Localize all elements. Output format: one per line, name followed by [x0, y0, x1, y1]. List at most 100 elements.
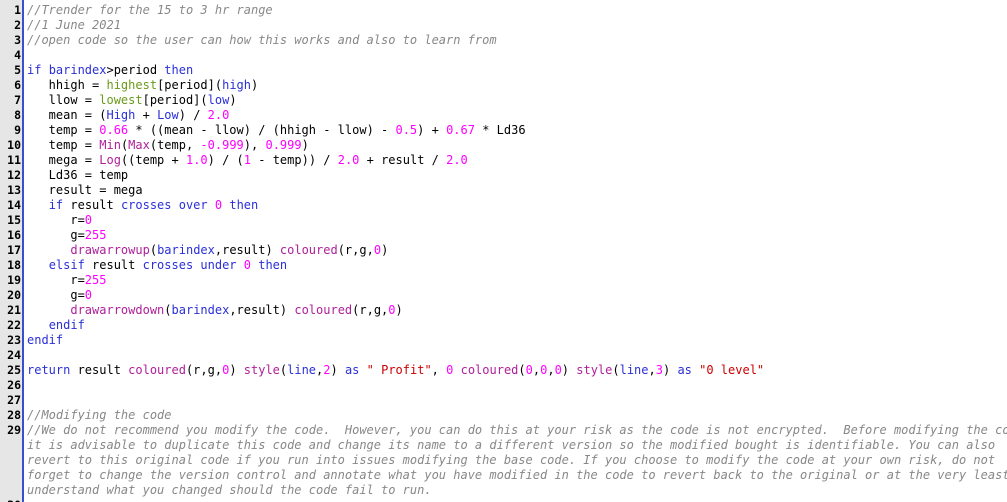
token: ( — [518, 363, 526, 377]
token: (r,g, — [185, 363, 223, 377]
code-text[interactable]: result = mega — [27, 183, 143, 198]
line-number: 20 — [7, 288, 21, 302]
token-kw: then — [229, 198, 259, 212]
token-kw: as — [677, 363, 692, 377]
token-kw: High — [106, 108, 136, 122]
code-text[interactable]: if barindex>period then — [27, 63, 193, 78]
code-text[interactable]: g=0 — [27, 288, 92, 303]
token-kw: if — [27, 63, 42, 77]
code-text[interactable]: mean = (High + Low) / 2.0 — [27, 108, 230, 123]
code-text[interactable]: drawarrowdown(barindex,result) coloured(… — [27, 303, 402, 318]
wrapped-comment-line[interactable]: it is advisable to duplicate this code a… — [0, 438, 1007, 453]
token-kw: line — [287, 363, 317, 377]
code-line[interactable]: 7 llow = lowest[period](low) — [0, 93, 1007, 108]
code-line[interactable]: 26 — [0, 378, 1007, 393]
code-line[interactable]: 23 endif — [0, 333, 1007, 348]
code-line[interactable]: 4 — [0, 48, 1007, 63]
line-number: 27 — [7, 393, 21, 407]
wrapped-comment-line[interactable]: revert to this original code if you run … — [0, 453, 1007, 468]
token: g= — [27, 288, 85, 302]
token: , — [648, 363, 656, 377]
token-kw: barindex — [171, 303, 230, 317]
line-number: 22 — [7, 318, 21, 332]
code-line[interactable]: 20 g=0 — [0, 288, 1007, 303]
code-line[interactable]: 3 //open code so the user can how this wo… — [0, 33, 1007, 48]
code-text[interactable]: drawarrowup(barindex,result) coloured(r,… — [27, 243, 388, 258]
code-line[interactable]: 30 — [0, 498, 1007, 502]
token-kw: line — [619, 363, 649, 377]
code-line[interactable]: 6 hhigh = highest[period](high) — [0, 78, 1007, 93]
code-line[interactable]: 24 — [0, 348, 1007, 363]
code-text[interactable]: llow = lowest[period](low) — [27, 93, 237, 108]
code-line[interactable]: 19 r=255 — [0, 273, 1007, 288]
token: ,result) — [214, 243, 280, 257]
token: * Ld36 — [474, 123, 526, 137]
token: ) / — [178, 108, 208, 122]
code-text[interactable]: Ld36 = temp — [27, 168, 128, 183]
code-text[interactable]: temp = Min(Max(temp, -0.999), 0.999) — [27, 138, 309, 153]
line-number: 10 — [7, 138, 21, 152]
wrapped-comment-line[interactable]: forget to change the version control and… — [0, 468, 1007, 483]
code-line[interactable]: 15 r=0 — [0, 213, 1007, 228]
code-text[interactable]: r=255 — [27, 273, 106, 288]
token: [period]( — [142, 93, 208, 107]
code-text[interactable]: g=255 — [27, 228, 106, 243]
token-bi: style — [576, 363, 613, 377]
code-text[interactable]: temp = 0.66 * ((mean - llow) / (hhigh - … — [27, 123, 526, 138]
code-lines[interactable]: 1 //Trender for the 15 to 3 hr range 2 //1 … — [0, 3, 1007, 502]
code-line[interactable]: 13 result = mega — [0, 183, 1007, 198]
code-line[interactable]: 12 Ld36 = temp — [0, 168, 1007, 183]
code-line[interactable]: 27 — [0, 393, 1007, 408]
line-number: 17 — [7, 243, 21, 257]
token: ((temp + — [120, 153, 186, 167]
wrapped-comment-line[interactable]: understand what you changed should the c… — [0, 483, 1007, 498]
token: ) — [662, 363, 678, 377]
token-num: 1 — [243, 153, 252, 167]
code-text[interactable]: //We do not recommend you modify the cod… — [27, 423, 1007, 438]
code-line[interactable]: 2 //1 June 2021 — [0, 18, 1007, 33]
code-line[interactable]: 16 g=255 — [0, 228, 1007, 243]
code-line[interactable]: 9 temp = 0.66 * ((mean - llow) / (hhigh … — [0, 123, 1007, 138]
token-num: 0.67 — [446, 123, 475, 137]
line-number: 16 — [7, 228, 21, 242]
code-text[interactable]: mega = Log((temp + 1.0) / (1 - temp)) / … — [27, 153, 468, 168]
code-line[interactable]: 22 endif — [0, 318, 1007, 333]
token-num: -0.999 — [200, 138, 244, 152]
code-line[interactable]: 21 drawarrowdown(barindex,result) colour… — [0, 303, 1007, 318]
code-text[interactable]: //1 June 2021 — [27, 18, 121, 33]
token-num: 0 — [554, 363, 562, 377]
code-line[interactable]: 14 if result crosses over 0 then — [0, 198, 1007, 213]
code-line[interactable]: 11 mega = Log((temp + 1.0) / (1 - temp))… — [0, 153, 1007, 168]
code-text[interactable]: elsif result crosses under 0 then — [27, 258, 287, 273]
token-kw: elsif — [48, 258, 85, 272]
token-fn: highest — [106, 78, 158, 92]
code-line[interactable]: 18 elsif result crosses under 0 then — [0, 258, 1007, 273]
line-number: 15 — [7, 213, 21, 227]
code-text[interactable]: //open code so the user can how this wor… — [27, 33, 497, 48]
code-text[interactable]: if result crosses over 0 then — [27, 198, 259, 213]
code-text[interactable]: endif — [27, 318, 85, 333]
code-text[interactable]: r=0 — [27, 213, 92, 228]
code-line[interactable]: 10 temp = Min(Max(temp, -0.999), 0.999) — [0, 138, 1007, 153]
token-kw: if — [48, 198, 64, 212]
code-text[interactable]: //Modifying the code — [27, 408, 172, 423]
code-text[interactable]: hhigh = highest[period](high) — [27, 78, 259, 93]
token: g= — [27, 228, 85, 242]
code-text[interactable]: //Trender for the 15 to 3 hr range — [27, 3, 273, 18]
code-line[interactable]: 29 //We do not recommend you modify the c… — [0, 423, 1007, 438]
code-line[interactable]: 17 drawarrowup(barindex,result) coloured… — [0, 243, 1007, 258]
token-kw: endif — [48, 318, 85, 332]
code-line[interactable]: 28 //Modifying the code — [0, 408, 1007, 423]
code-line[interactable]: 5 if barindex>period then — [0, 63, 1007, 78]
code-text[interactable]: endif — [27, 333, 63, 348]
code-line[interactable]: 8 mean = (High + Low) / 2.0 — [0, 108, 1007, 123]
line-number: 12 — [7, 168, 21, 182]
code-editor[interactable]: 1 //Trender for the 15 to 3 hr range 2 //1 … — [0, 0, 1007, 502]
code-text[interactable]: return result coloured(r,g,0) style(line… — [27, 363, 764, 378]
code-line[interactable]: 1 //Trender for the 15 to 3 hr range — [0, 3, 1007, 18]
code-line[interactable]: 25 return result coloured(r,g,0) style(li… — [0, 363, 1007, 378]
